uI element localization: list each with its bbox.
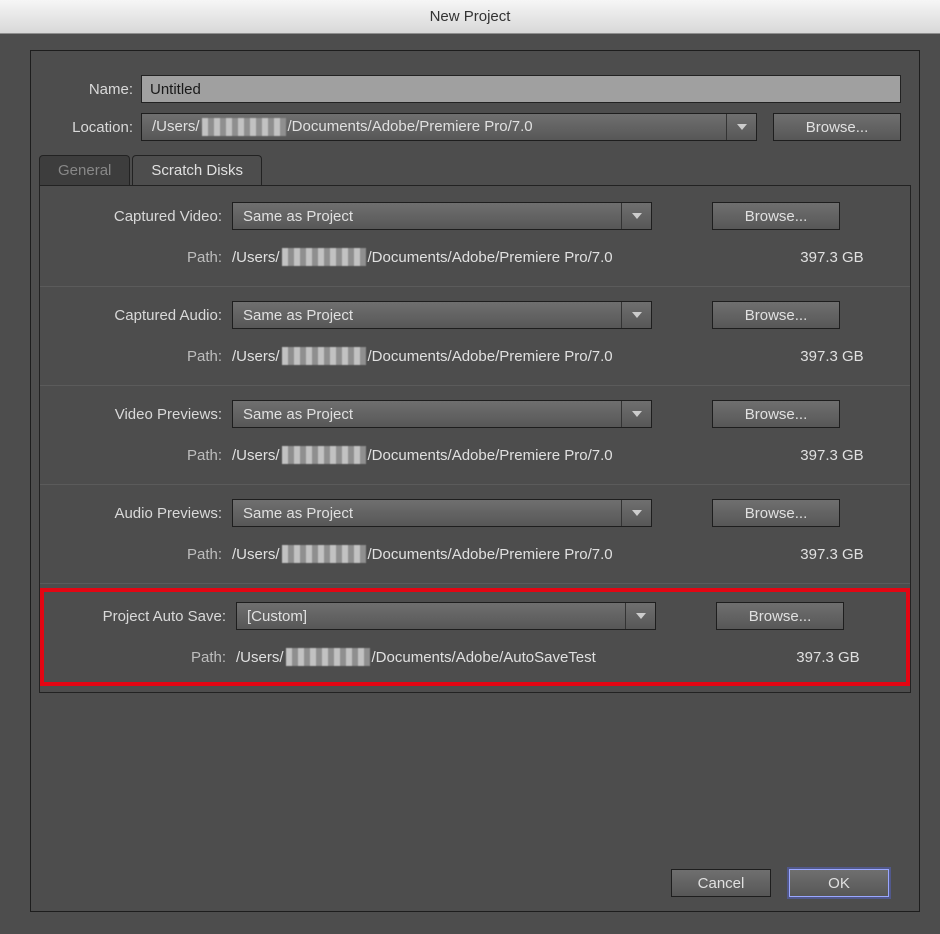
- section-audio-previews: Audio Previews: Same as Project Browse..…: [54, 489, 896, 579]
- divider: [40, 583, 910, 584]
- divider: [40, 484, 910, 485]
- redacted-user: [286, 648, 370, 666]
- redacted-user: [282, 545, 366, 563]
- path-label: Path:: [54, 447, 232, 464]
- cancel-button[interactable]: Cancel: [671, 869, 771, 897]
- window-title: New Project: [430, 8, 511, 25]
- section-captured-audio: Captured Audio: Same as Project Browse..…: [54, 291, 896, 381]
- captured-audio-size: 397.3 GB: [768, 348, 896, 365]
- chevron-down-icon: [625, 603, 655, 629]
- location-dropdown[interactable]: /Users//Documents/Adobe/Premiere Pro/7.0: [141, 113, 757, 141]
- dialog-footer: Cancel OK: [671, 869, 889, 897]
- captured-audio-label: Captured Audio:: [54, 307, 232, 324]
- video-previews-browse-button[interactable]: Browse...: [712, 400, 840, 428]
- project-autosave-size: 397.3 GB: [764, 649, 892, 666]
- name-row: Name:: [49, 75, 901, 103]
- chevron-down-icon: [621, 302, 651, 328]
- chevron-down-icon: [726, 114, 756, 140]
- captured-audio-dropdown[interactable]: Same as Project: [232, 301, 652, 329]
- project-autosave-path: /Users//Documents/Adobe/AutoSaveTest: [236, 648, 764, 666]
- tab-content-scratch-disks: Captured Video: Same as Project Browse..…: [39, 185, 911, 693]
- path-label: Path:: [54, 249, 232, 266]
- project-autosave-dropdown[interactable]: [Custom]: [236, 602, 656, 630]
- location-row: Location: /Users//Documents/Adobe/Premie…: [49, 113, 901, 141]
- captured-video-label: Captured Video:: [54, 208, 232, 225]
- video-previews-size: 397.3 GB: [768, 447, 896, 464]
- project-autosave-browse-button[interactable]: Browse...: [716, 602, 844, 630]
- audio-previews-label: Audio Previews:: [54, 505, 232, 522]
- redacted-user: [202, 118, 286, 136]
- path-label: Path:: [58, 649, 236, 666]
- video-previews-path: /Users//Documents/Adobe/Premiere Pro/7.0: [232, 446, 768, 464]
- captured-audio-browse-button[interactable]: Browse...: [712, 301, 840, 329]
- path-label: Path:: [54, 348, 232, 365]
- location-value: /Users//Documents/Adobe/Premiere Pro/7.0: [152, 118, 533, 136]
- chevron-down-icon: [621, 401, 651, 427]
- captured-video-path: /Users//Documents/Adobe/Premiere Pro/7.0: [232, 248, 768, 266]
- captured-video-size: 397.3 GB: [768, 249, 896, 266]
- video-previews-dropdown[interactable]: Same as Project: [232, 400, 652, 428]
- tab-scratch-disks[interactable]: Scratch Disks: [132, 155, 262, 185]
- ok-button[interactable]: OK: [789, 869, 889, 897]
- tab-general[interactable]: General: [39, 155, 130, 185]
- section-captured-video: Captured Video: Same as Project Browse..…: [54, 192, 896, 282]
- captured-audio-path: /Users//Documents/Adobe/Premiere Pro/7.0: [232, 347, 768, 365]
- section-video-previews: Video Previews: Same as Project Browse..…: [54, 390, 896, 480]
- captured-video-dropdown[interactable]: Same as Project: [232, 202, 652, 230]
- location-label: Location:: [49, 119, 141, 136]
- dialog-panel: Name: Location: /Users//Documents/Adobe/…: [30, 50, 920, 912]
- tabs: General Scratch Disks: [39, 155, 919, 185]
- divider: [40, 385, 910, 386]
- name-input[interactable]: [141, 75, 901, 103]
- project-autosave-label: Project Auto Save:: [58, 608, 236, 625]
- redacted-user: [282, 248, 366, 266]
- highlighted-autosave-section: Project Auto Save: [Custom] Browse... Pa…: [40, 588, 910, 686]
- redacted-user: [282, 347, 366, 365]
- location-browse-button[interactable]: Browse...: [773, 113, 901, 141]
- captured-video-browse-button[interactable]: Browse...: [712, 202, 840, 230]
- chevron-down-icon: [621, 500, 651, 526]
- video-previews-label: Video Previews:: [54, 406, 232, 423]
- audio-previews-dropdown[interactable]: Same as Project: [232, 499, 652, 527]
- divider: [40, 286, 910, 287]
- audio-previews-size: 397.3 GB: [768, 546, 896, 563]
- section-project-autosave: Project Auto Save: [Custom] Browse... Pa…: [54, 598, 896, 676]
- redacted-user: [282, 446, 366, 464]
- path-label: Path:: [54, 546, 232, 563]
- audio-previews-path: /Users//Documents/Adobe/Premiere Pro/7.0: [232, 545, 768, 563]
- name-label: Name:: [49, 81, 141, 98]
- audio-previews-browse-button[interactable]: Browse...: [712, 499, 840, 527]
- chevron-down-icon: [621, 203, 651, 229]
- window-titlebar: New Project: [0, 0, 940, 34]
